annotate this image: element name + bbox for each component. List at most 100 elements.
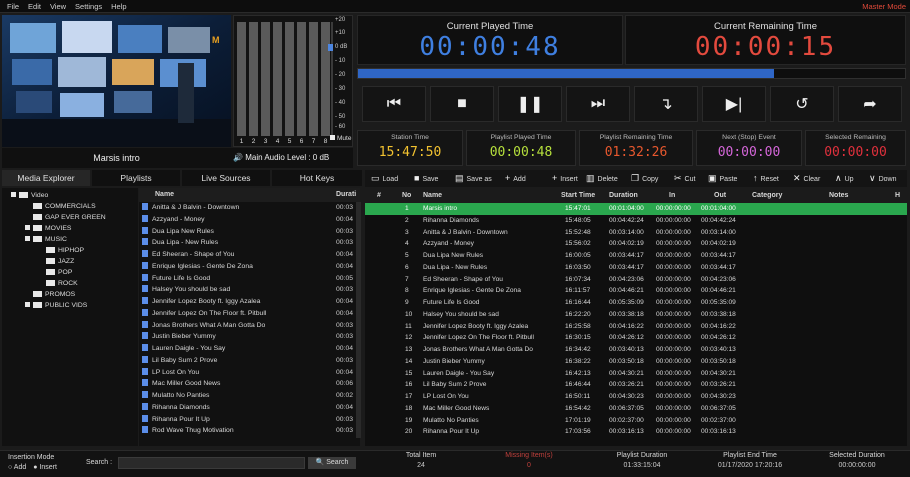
volume-slider-handle[interactable] [328, 44, 333, 51]
tree-node[interactable]: MOVIES [25, 225, 71, 232]
playlist-row[interactable]: 3 Anitta & J Balvin - Downtown 15:52:48 00:… [365, 227, 907, 239]
playlist-row[interactable]: 17 LP Lost On You 16:50:11 00:04:30:23 00:00… [365, 391, 907, 403]
repeat-button[interactable]: ↺ [770, 86, 834, 122]
toolbar-reset-button[interactable]: ↑ Reset [753, 170, 779, 187]
playlist-row[interactable]: 16 Lil Baby Sum 2 Prove 16:46:44 00:03:26:2… [365, 379, 907, 391]
file-name-header[interactable]: Name [155, 188, 174, 202]
playlist-row[interactable]: 8 Enrique Iglesias - Gente De Zona 16:11:5… [365, 285, 907, 297]
playback-progress[interactable] [357, 68, 906, 79]
toolbar-paste-button[interactable]: ▣ Paste [708, 170, 737, 187]
playlist-row[interactable]: 6 Dua Lipa - New Rules 16:03:50 00:03:44:17… [365, 262, 907, 274]
playlist-row[interactable]: 11 Jennifer Lopez Booty ft. Iggy Azalea 16… [365, 321, 907, 333]
file-list-item[interactable]: Dua Lipa - New Rules 00:03 [139, 237, 360, 249]
file-list-item[interactable]: Mac Miller Good News 00:06 [139, 378, 360, 390]
col-name[interactable]: Name [423, 189, 442, 203]
tab-media-explorer[interactable]: Media Explorer [2, 170, 90, 186]
file-list-item[interactable]: Jennifer Lopez On The Floor ft. Pitbull 0… [139, 308, 360, 320]
tree-node[interactable]: HIPHOP [46, 247, 84, 254]
file-duration-header[interactable]: Durati [336, 188, 356, 202]
toolbar-copy-button[interactable]: ❐ Copy [631, 170, 658, 187]
tree-node[interactable]: MUSIC [25, 236, 67, 243]
menu-file[interactable]: File [7, 0, 19, 13]
menu-help[interactable]: Help [111, 0, 126, 13]
playlist-row[interactable]: 10 Halsey You should be sad 16:22:20 00:03:… [365, 309, 907, 321]
master-mode-label[interactable]: Master Mode [862, 0, 906, 13]
search-input[interactable] [118, 457, 305, 469]
toolbar-load-button[interactable]: ▭ Load [371, 170, 398, 187]
toolbar-save-as-button[interactable]: ▤ Save as [455, 170, 492, 187]
col-no[interactable]: No [402, 189, 411, 203]
tree-node[interactable]: PROMOS [33, 291, 75, 298]
playlist-row[interactable]: 20 Rihanna Pour It Up 17:03:56 00:03:16:13 0… [365, 426, 907, 438]
tab-hot-keys[interactable]: Hot Keys [272, 170, 362, 186]
playlist-row[interactable]: 4 Azzyand - Money 15:56:02 00:04:02:19 00:00… [365, 238, 907, 250]
add-radio[interactable]: ○ Add [8, 464, 26, 471]
forward-button[interactable]: ➦ [838, 86, 902, 122]
col-notes[interactable]: Notes [829, 189, 848, 203]
file-list-item[interactable]: LP Lost On You 00:04 [139, 367, 360, 379]
previous-button[interactable]: ⏮ [362, 86, 426, 122]
file-list-item[interactable]: Future Life Is Good 00:05 [139, 273, 360, 285]
playlist-row[interactable]: 12 Jennifer Lopez On The Floor ft. Pitbul… [365, 332, 907, 344]
file-list-item[interactable]: Dua Lipa New Rules 00:03 [139, 226, 360, 238]
file-list-scrollbar[interactable] [356, 202, 361, 438]
col-start-time[interactable]: Start Time [561, 189, 595, 203]
playlist-row[interactable]: 15 Lauren Daigle - You Say 16:42:13 00:04:3… [365, 368, 907, 380]
tree-node[interactable]: POP [46, 269, 72, 276]
tab-live-sources[interactable]: Live Sources [182, 170, 270, 186]
toolbar-clear-button[interactable]: ✕ Clear [793, 170, 820, 187]
play-next-button[interactable]: ▶| [702, 86, 766, 122]
toolbar-insert-button[interactable]: + Insert [552, 170, 578, 187]
playlist-row[interactable]: 2 Rihanna Diamonds 15:48:05 00:04:42:24 00:0… [365, 215, 907, 227]
next-button[interactable]: ⏭ [566, 86, 630, 122]
col-duration[interactable]: Duration [609, 189, 638, 203]
col-out[interactable]: Out [714, 189, 726, 203]
toolbar-delete-button[interactable]: ▥ Delete [586, 170, 618, 187]
file-list-item[interactable]: Enrique Iglesias - Gente De Zona 00:04 [139, 261, 360, 273]
col-in[interactable]: In [669, 189, 675, 203]
toolbar-add-button[interactable]: + Add [505, 170, 526, 187]
jump-button[interactable]: ↴ [634, 86, 698, 122]
menu-settings[interactable]: Settings [75, 0, 102, 13]
file-list-item[interactable]: Jennifer Lopez Booty ft. Iggy Azalea 00:0… [139, 296, 360, 308]
file-list-item[interactable]: Rod Wave Thug Motivation 00:03 [139, 425, 360, 437]
tree-node[interactable]: PUBLIC VIDS [25, 302, 87, 309]
file-list-item[interactable]: Ed Sheeran - Shape of You 00:04 [139, 249, 360, 261]
file-list-item[interactable]: Anitta & J Balvin - Downtown 00:03 [139, 202, 360, 214]
tree-node[interactable]: JAZZ [46, 258, 74, 265]
col-h[interactable]: H [895, 189, 900, 203]
playlist-row[interactable]: 18 Mac Miller Good News 16:54:42 00:06:37:0… [365, 403, 907, 415]
tree-node[interactable]: GAP EVER GREEN [33, 214, 106, 221]
pause-button[interactable]: ❚❚ [498, 86, 562, 122]
menu-edit[interactable]: Edit [28, 0, 41, 13]
playlist-row[interactable]: 1 Marsis intro 15:47:01 00:01:04:00 00:00:00… [365, 203, 907, 215]
toolbar-down-button[interactable]: ∨ Down [869, 170, 897, 187]
tree-node[interactable]: ROCK [46, 280, 78, 287]
file-list-item[interactable]: Lil Baby Sum 2 Prove 00:03 [139, 355, 360, 367]
playlist-row[interactable]: 9 Future Life Is Good 16:16:44 00:05:35:09 0… [365, 297, 907, 309]
file-list-item[interactable]: Rihanna Diamonds 00:04 [139, 402, 360, 414]
col-hash[interactable]: # [377, 189, 381, 203]
col-category[interactable]: Category [752, 189, 782, 203]
tree-node[interactable]: COMMERCIALS [33, 203, 96, 210]
playlist-row[interactable]: 14 Justin Bieber Yummy 16:38:22 00:03:50:18… [365, 356, 907, 368]
search-button[interactable]: 🔍 Search [308, 457, 356, 469]
mute-toggle[interactable]: Mute [330, 135, 351, 142]
tab-playlists[interactable]: Playlists [92, 170, 180, 186]
playlist-row[interactable]: 5 Dua Lipa New Rules 16:00:05 00:03:44:17 00… [365, 250, 907, 262]
toolbar-cut-button[interactable]: ✂ Cut [674, 170, 695, 187]
playlist-row[interactable]: 19 Mulatto No Panties 17:01:19 00:02:37:00 0… [365, 415, 907, 427]
tree-node[interactable]: Video [11, 192, 48, 199]
playlist-row[interactable]: 13 Jonas Brothers What A Man Gotta Do 16:3… [365, 344, 907, 356]
playlist-row[interactable]: 7 Ed Sheeran - Shape of You 16:07:34 00:04:… [365, 274, 907, 286]
file-list-item[interactable]: Mulatto No Panties 00:02 [139, 390, 360, 402]
file-list-item[interactable]: Halsey You should be sad 00:03 [139, 284, 360, 296]
file-list-item[interactable]: Justin Bieber Yummy 00:03 [139, 331, 360, 343]
file-list-item[interactable]: Azzyand - Money 00:04 [139, 214, 360, 226]
file-list-item[interactable]: Rihanna Pour It Up 00:03 [139, 414, 360, 426]
menu-view[interactable]: View [50, 0, 66, 13]
file-list-item[interactable]: Lauren Daigle - You Say 00:04 [139, 343, 360, 355]
toolbar-up-button[interactable]: ∧ Up [835, 170, 854, 187]
stop-button[interactable]: ■ [430, 86, 494, 122]
toolbar-save-button[interactable]: ■ Save [414, 170, 438, 187]
